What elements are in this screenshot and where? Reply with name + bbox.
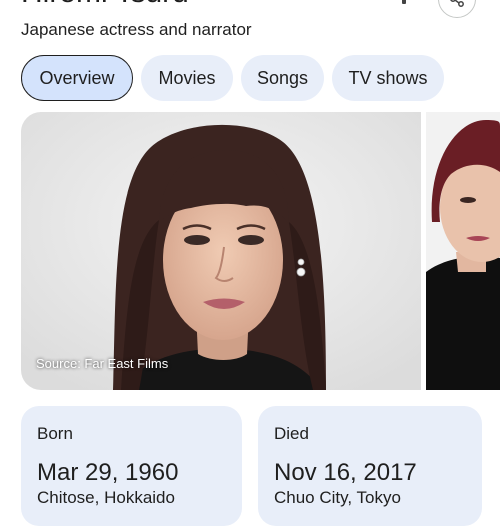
more-options-icon[interactable] [402,0,406,4]
tab-bar: Overview Movies Songs TV shows [21,55,444,102]
tab-movies[interactable]: Movies [141,55,233,101]
share-icon [450,0,464,7]
died-card[interactable]: Died Nov 16, 2017 Chuo City, Tokyo [258,406,482,526]
page-subtitle: Japanese actress and narrator [21,20,252,39]
tab-songs[interactable]: Songs [241,55,324,101]
share-button[interactable] [438,0,476,18]
tab-overview[interactable]: Overview [21,55,133,101]
born-card[interactable]: Born Mar 29, 1960 Chitose, Hokkaido [21,406,242,526]
born-date: Mar 29, 1960 [37,459,179,486]
born-label: Born [37,424,73,443]
born-place: Chitose, Hokkaido [37,488,175,507]
tab-tv-shows[interactable]: TV shows [332,55,444,101]
died-place: Chuo City, Tokyo [274,488,401,507]
image-source-caption: Source: Far East Films [36,356,169,371]
died-date: Nov 16, 2017 [274,459,417,486]
died-label: Died [274,424,309,443]
secondary-portrait-image[interactable] [426,112,500,390]
page-title: Hiromi Tsuru [21,0,189,8]
main-portrait-image[interactable] [21,112,421,390]
